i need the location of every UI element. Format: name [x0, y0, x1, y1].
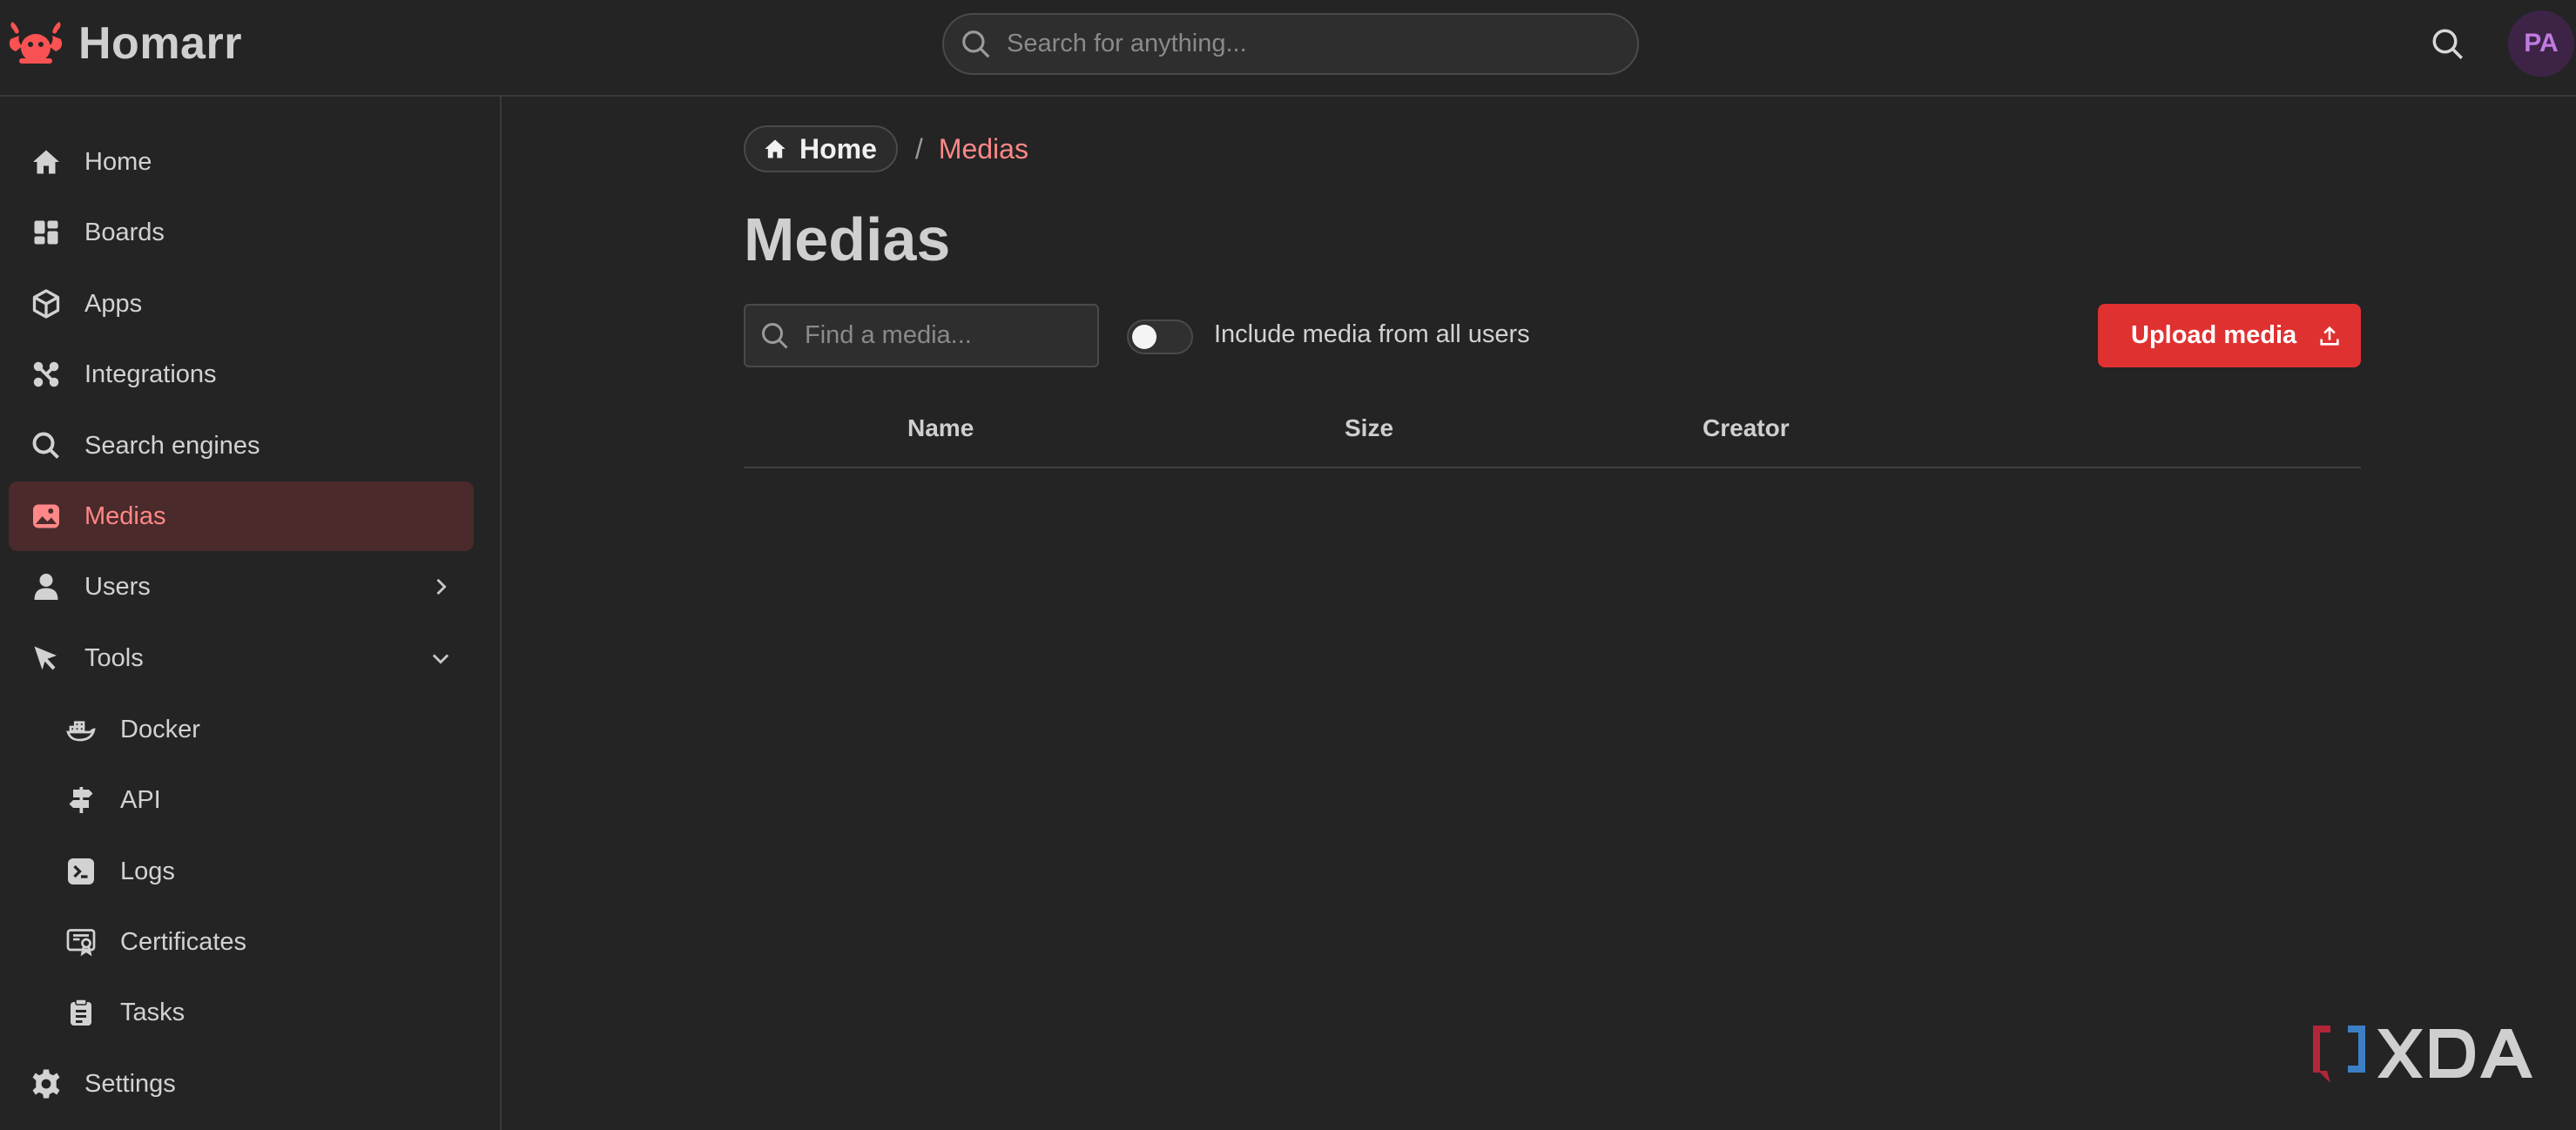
integrations-icon — [30, 358, 63, 391]
sidebar-item-logs[interactable]: Logs — [9, 837, 474, 906]
global-search-input[interactable] — [1007, 30, 1616, 58]
terminal-icon — [64, 855, 98, 888]
sidebar-item-label: Integrations — [84, 360, 217, 388]
media-search-input[interactable] — [805, 321, 1083, 350]
photo-icon — [30, 500, 63, 533]
homarr-lobster-icon — [9, 22, 63, 64]
sidebar-item-label: Home — [84, 147, 152, 176]
sidebar-item-label: Tools — [84, 643, 144, 672]
sidebar-item-boards[interactable]: Boards — [9, 198, 474, 267]
sidebar-item-label: Search engines — [84, 431, 260, 460]
sidebar-item-apps[interactable]: Apps — [9, 269, 474, 339]
clipboard-icon — [64, 996, 98, 1029]
breadcrumb-home[interactable]: Home — [744, 125, 898, 172]
gear-icon — [30, 1067, 63, 1100]
user-icon — [30, 570, 63, 603]
app-name: Homarr — [78, 18, 242, 69]
chevron-down-icon — [432, 654, 449, 664]
breadcrumb-separator: / — [914, 132, 923, 165]
search-icon[interactable] — [2430, 26, 2466, 63]
sidebar-item-medias[interactable]: Medias — [9, 481, 474, 551]
sidebar-item-label: Boards — [84, 218, 165, 246]
sidebar-item-tasks[interactable]: Tasks — [9, 978, 474, 1047]
breadcrumb-home-label: Home — [799, 132, 877, 165]
sidebar-item-settings[interactable]: Settings — [9, 1049, 474, 1119]
sidebar-item-label: Apps — [84, 289, 143, 318]
breadcrumb-current: Medias — [938, 132, 1028, 165]
docker-icon — [64, 713, 98, 746]
top-header: Homarr PA — [0, 0, 2576, 97]
include-all-users-toggle[interactable] — [1127, 319, 1193, 354]
page-title: Medias — [744, 205, 951, 273]
sidebar-item-label: Tasks — [120, 998, 185, 1026]
sidebar-item-home[interactable]: Home — [9, 127, 474, 197]
sidebar-item-tools[interactable]: Tools — [9, 623, 474, 693]
certificate-icon — [64, 925, 98, 958]
upload-media-button[interactable]: Upload media — [2098, 304, 2361, 367]
upload-icon — [2320, 326, 2339, 346]
search-icon — [962, 30, 990, 57]
column-header-name[interactable]: Name — [907, 414, 974, 442]
sidebar-item-docker[interactable]: Docker — [9, 695, 474, 764]
app-logo[interactable]: Homarr — [7, 18, 242, 69]
column-header-creator[interactable]: Creator — [1703, 414, 1790, 442]
main-content: Home / Medias Medias Include media from … — [503, 97, 2576, 1130]
sidebar-item-label: Users — [84, 572, 151, 601]
sidebar-item-certificates[interactable]: Certificates — [9, 907, 474, 977]
upload-media-label: Upload media — [2131, 321, 2297, 349]
sidebar: Home Boards Apps Integrations Search eng… — [0, 97, 502, 1130]
boards-icon — [30, 216, 63, 249]
home-icon — [30, 145, 63, 178]
home-icon — [765, 139, 786, 158]
media-table-header: Name Size Creator — [744, 397, 2361, 468]
sidebar-item-label: Certificates — [120, 927, 247, 956]
sidebar-item-search-engines[interactable]: Search engines — [9, 411, 474, 481]
sidebar-item-label: Settings — [84, 1069, 176, 1098]
toggle-knob — [1132, 325, 1157, 349]
box-icon — [30, 287, 63, 320]
sidebar-item-label: API — [120, 785, 161, 814]
chevron-right-icon — [436, 578, 447, 595]
column-header-size[interactable]: Size — [1345, 414, 1393, 442]
sidebar-item-label: Logs — [120, 857, 175, 885]
pointer-icon — [30, 642, 63, 675]
media-search-field[interactable] — [744, 304, 1099, 367]
avatar[interactable]: PA — [2508, 10, 2574, 77]
sidebar-item-integrations[interactable]: Integrations — [9, 340, 474, 409]
search-icon — [762, 322, 788, 349]
sidebar-item-api[interactable]: API — [9, 765, 474, 835]
include-all-users-label: Include media from all users — [1214, 320, 1530, 348]
search-icon — [30, 429, 63, 462]
xda-watermark-logo — [2313, 1026, 2532, 1083]
api-icon — [64, 784, 98, 817]
breadcrumb: Home / Medias — [744, 125, 1028, 172]
sidebar-item-users[interactable]: Users — [9, 552, 474, 622]
sidebar-item-label: Medias — [84, 501, 166, 530]
global-search-bar[interactable] — [942, 13, 1639, 75]
sidebar-item-label: Docker — [120, 715, 200, 743]
